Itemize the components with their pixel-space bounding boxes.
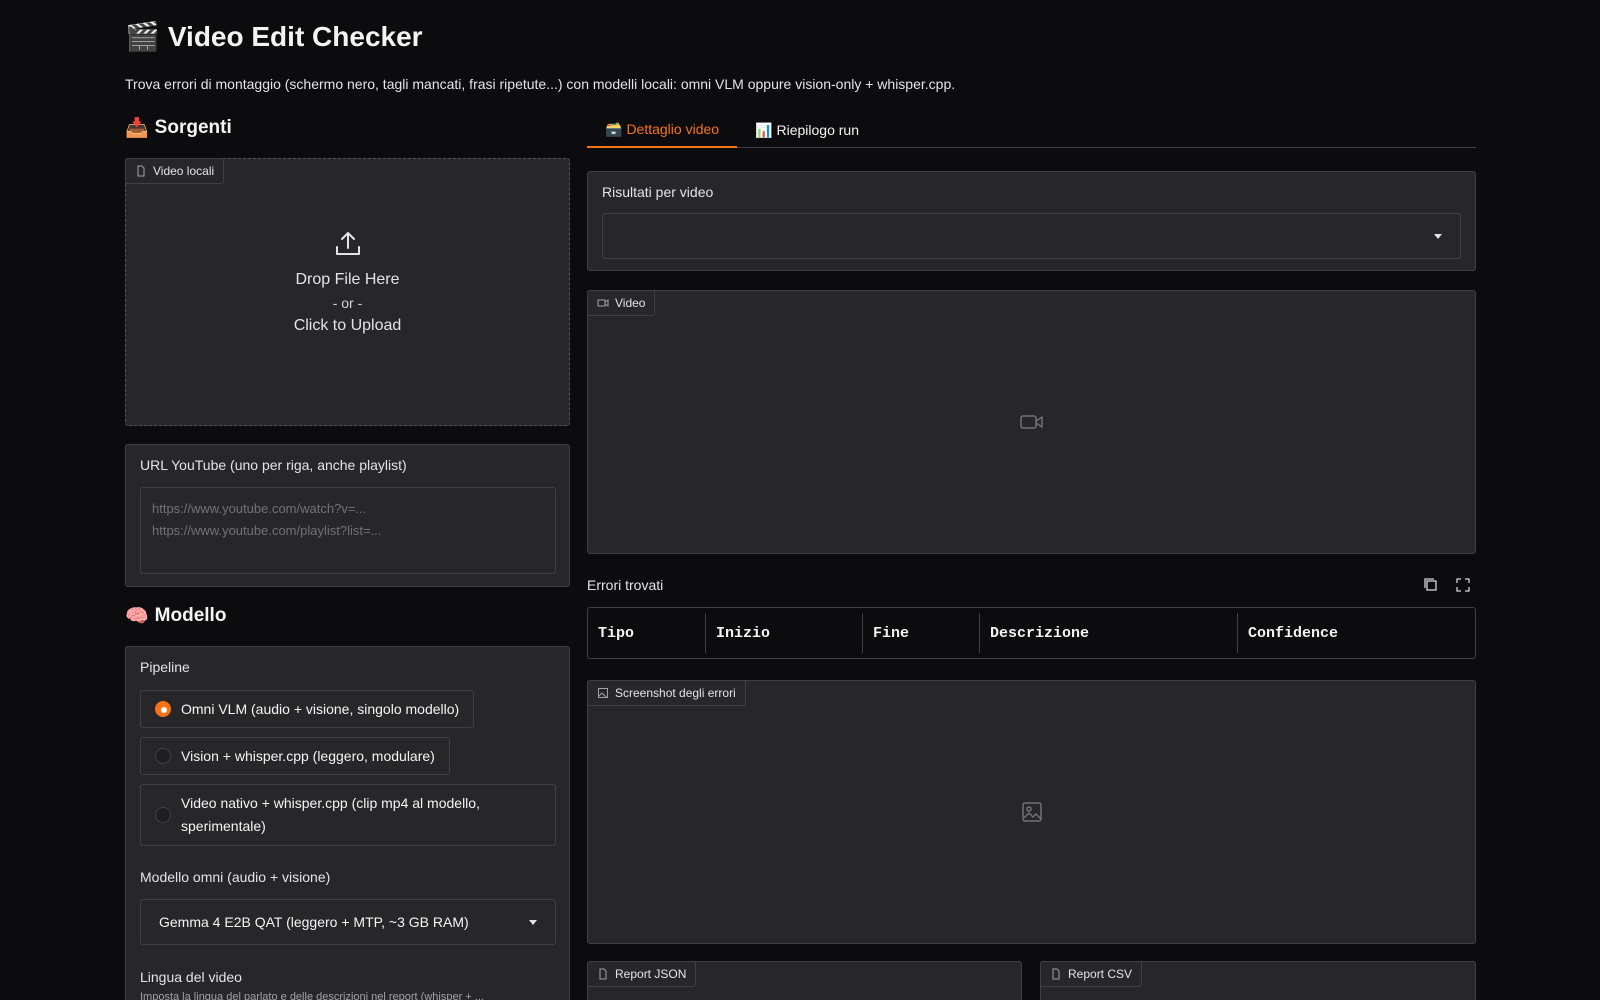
video-language-label: Lingua del video (140, 969, 242, 985)
model-heading-text: Modello (154, 605, 227, 626)
model-panel: Pipeline Omni VLM (audio + visione, sing… (125, 646, 570, 1000)
inbox-icon: 📥 (125, 118, 149, 139)
click-upload-text: Click to Upload (293, 317, 402, 334)
omni-model-value: Gemma 4 E2B QAT (leggero + MTP, ~3 GB RA… (159, 914, 469, 930)
column-header-confidence[interactable]: Confidence (1238, 613, 1475, 653)
app-title: Video Edit Checker (167, 20, 423, 52)
upload-tag-label: Video locali (153, 164, 215, 178)
radio-selected-icon (155, 701, 171, 717)
report-json-label: Report JSON (615, 967, 687, 981)
pipeline-option-label: Video nativo + whisper.cpp (clip mp4 al … (181, 795, 480, 834)
pipeline-option-vision-whisper[interactable]: Vision + whisper.cpp (leggero, modulare) (140, 737, 450, 775)
radio-unselected-icon (155, 748, 171, 764)
fullscreen-icon[interactable] (1454, 576, 1472, 594)
column-header-fine[interactable]: Fine (863, 613, 980, 653)
pipeline-option-label: Omni VLM (audio + visione, singolo model… (181, 701, 460, 717)
error-screenshots-gallery: Screenshot degli errori (587, 680, 1476, 944)
tab-bar: 🗃️ Dettaglio video 📊 Riepilogo run (587, 112, 1476, 148)
results-panel: Risultati per video (587, 171, 1476, 271)
pipeline-option-video-native[interactable]: Video nativo + whisper.cpp (clip mp4 al … (140, 784, 556, 846)
video-camera-icon (597, 299, 609, 307)
video-language-info: Imposta la lingua del parlato e delle de… (140, 991, 484, 1000)
report-json-tag: Report JSON (587, 961, 697, 987)
bar-chart-icon: 📊 (755, 121, 773, 138)
image-placeholder-icon (1021, 802, 1042, 822)
errors-label: Errori trovati (587, 577, 664, 593)
report-json-panel: Report JSON (587, 961, 1022, 1000)
sources-heading: 📥 Sorgenti (125, 116, 232, 140)
file-icon (137, 165, 145, 177)
radio-unselected-icon (155, 807, 171, 823)
video-player-panel: Video (587, 290, 1476, 554)
results-select[interactable] (602, 213, 1461, 259)
copy-icon[interactable] (1422, 576, 1440, 594)
image-icon (598, 688, 608, 698)
model-heading: 🧠 Modello (125, 604, 226, 628)
upload-icon (335, 232, 360, 255)
page-title: 🎬 Video Edit Checker (125, 20, 423, 53)
pipeline-option-label: Vision + whisper.cpp (leggero, modulare) (181, 748, 435, 764)
errors-table: Tipo Inizio Fine Descrizione Confidence (587, 607, 1476, 659)
report-csv-label: Report CSV (1068, 967, 1133, 981)
video-tag-label: Video (615, 296, 646, 310)
clapperboard-icon: 🎬 (125, 21, 160, 52)
omni-model-label: Modello omni (audio + visione) (140, 869, 331, 885)
brain-icon: 🧠 (125, 606, 149, 627)
youtube-url-label: URL YouTube (uno per riga, anche playlis… (140, 457, 407, 473)
pipeline-option-omni[interactable]: Omni VLM (audio + visione, singolo model… (140, 690, 475, 728)
report-csv-panel: Report CSV (1040, 961, 1476, 1000)
or-text: - or - (332, 295, 363, 311)
tab-video-detail[interactable]: 🗃️ Dettaglio video (587, 112, 738, 148)
pipeline-label: Pipeline (140, 659, 190, 675)
file-icon (599, 968, 607, 980)
results-label: Risultati per video (602, 184, 714, 200)
tab-label: Dettaglio video (626, 121, 720, 137)
page-subtitle: Trova errori di montaggio (schermo nero,… (125, 76, 956, 92)
chevron-down-icon (1434, 233, 1442, 239)
video-placeholder-icon (1019, 415, 1043, 429)
screenshots-tag: Screenshot degli errori (587, 680, 746, 706)
report-csv-tag: Report CSV (1040, 961, 1143, 987)
column-header-tipo[interactable]: Tipo (588, 613, 706, 653)
youtube-url-panel: URL YouTube (uno per riga, anche playlis… (125, 444, 570, 587)
chevron-down-icon (529, 919, 537, 925)
omni-model-select[interactable]: Gemma 4 E2B QAT (leggero + MTP, ~3 GB RA… (140, 899, 556, 945)
sources-heading-text: Sorgenti (154, 117, 232, 138)
video-upload-dropzone[interactable]: Video locali Drop File Here - or - Click… (125, 158, 570, 426)
tab-label: Riepilogo run (776, 122, 860, 138)
video-tag: Video (587, 290, 656, 316)
column-header-descrizione[interactable]: Descrizione (980, 613, 1238, 653)
drop-file-text: Drop File Here (295, 271, 400, 288)
youtube-url-input[interactable]: https://www.youtube.com/watch?v=... http… (140, 487, 556, 574)
card-box-icon: 🗃️ (605, 120, 623, 137)
screenshots-tag-label: Screenshot degli errori (615, 686, 736, 700)
column-header-inizio[interactable]: Inizio (706, 613, 863, 653)
upload-tag: Video locali (125, 158, 225, 184)
file-icon (1052, 968, 1060, 980)
tab-run-summary[interactable]: 📊 Riepilogo run (737, 112, 877, 148)
